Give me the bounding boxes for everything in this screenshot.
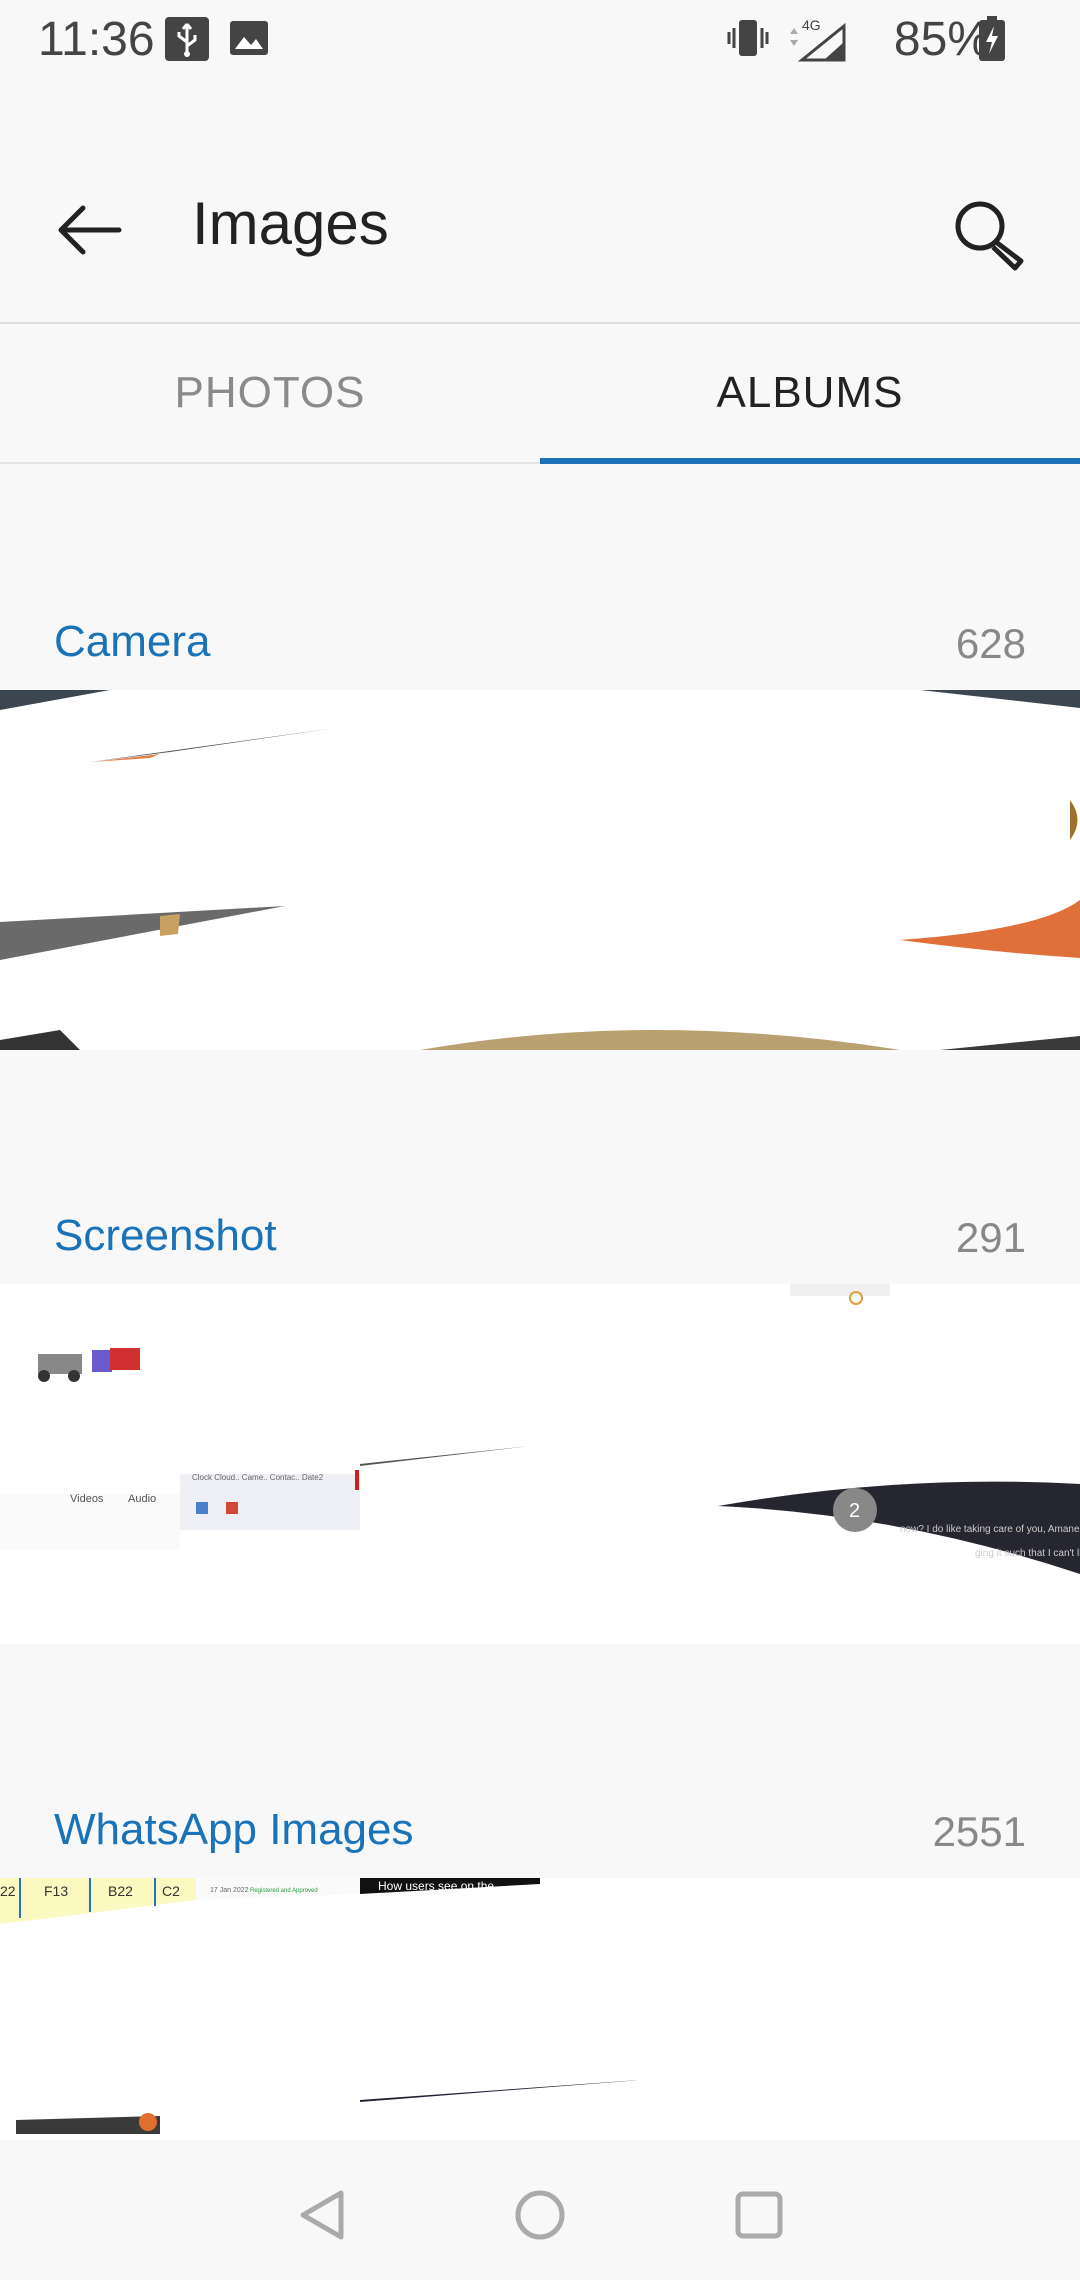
album-header-screenshot[interactable]: Screenshot 291 (0, 1192, 1080, 1282)
album-thumbnails-camera[interactable] (0, 690, 1080, 1050)
arrow-left-icon (58, 205, 122, 255)
tab-indicator (540, 458, 1080, 464)
home-circle-icon (515, 2190, 565, 2240)
app-bar: Images (0, 80, 1080, 324)
tab-bar: PHOTOS ALBUMS (0, 324, 1080, 464)
album-name: Camera (54, 617, 211, 666)
camera-thumbnail-collage (0, 690, 1080, 1050)
album-thumbnails-whatsapp[interactable]: 22 F13 B22 C2 17 Jan 2022 Registered and… (0, 1878, 1080, 2140)
nav-recents-button[interactable] (714, 2170, 804, 2260)
system-nav-bar (0, 2140, 1080, 2280)
thumb-date: 17 Jan 2022 (210, 1887, 249, 1894)
signal-icon: 4G (784, 16, 846, 76)
album-count: 2551 (932, 1808, 1026, 1855)
status-time: 11:36 (38, 13, 155, 66)
album-count: 291 (955, 1214, 1026, 1261)
album-header-whatsapp[interactable]: WhatsApp Images 2551 (0, 1786, 1080, 1876)
image-notification-icon (228, 16, 270, 71)
tab-photos[interactable]: PHOTOS (0, 324, 540, 462)
thumb-status: Registered and Approved (250, 1888, 318, 1894)
thumb-text-videos: Videos (70, 1493, 104, 1505)
search-icon (955, 201, 1024, 271)
album-count: 628 (955, 620, 1026, 667)
thumb-cell-2: F13 (44, 1883, 68, 1899)
album-header-camera[interactable]: Camera 628 (0, 598, 1080, 688)
page-title: Images (192, 190, 389, 257)
recents-square-icon (735, 2191, 783, 2239)
thumb-cell-1: 22 (0, 1883, 16, 1899)
thumb-text-tabs: Clock Cloud.. Came.. Contac.. Date2 (192, 1473, 324, 1482)
thumb-text-line2: ging it such that I can't live (975, 1548, 1080, 1559)
thumb-text-line1: now? I do like taking care of you, Amane… (900, 1524, 1080, 1535)
thumb-text-number: 2 (849, 1500, 860, 1522)
nav-back-button[interactable] (278, 2170, 368, 2260)
whatsapp-thumbnail-collage: 22 F13 B22 C2 17 Jan 2022 Registered and… (0, 1878, 1080, 2140)
tab-albums[interactable]: ALBUMS (540, 324, 1080, 462)
search-button[interactable] (934, 180, 1044, 290)
back-button[interactable] (40, 180, 140, 280)
battery-charging-icon (978, 16, 1006, 74)
thumb-title: How users see on the (378, 1879, 494, 1893)
battery-percent: 85% (893, 13, 990, 66)
vibrate-icon (726, 16, 770, 72)
thumb-text-audio: Audio (128, 1493, 156, 1505)
album-name: Screenshot (54, 1211, 277, 1260)
thumb-cell-4: C2 (162, 1883, 180, 1899)
back-triangle-icon (300, 2190, 344, 2240)
network-label: 4G (802, 17, 821, 33)
album-name: WhatsApp Images (54, 1805, 414, 1854)
nav-home-button[interactable] (495, 2170, 585, 2260)
thumb-cell-3: B22 (108, 1883, 133, 1899)
status-bar: 11:36 4G 85% (0, 0, 1080, 80)
screenshot-thumbnail-collage: Videos Audio Clock Cloud.. Came.. Contac… (0, 1284, 1080, 1644)
usb-icon (164, 16, 210, 74)
album-thumbnails-screenshot[interactable]: Videos Audio Clock Cloud.. Came.. Contac… (0, 1284, 1080, 1644)
